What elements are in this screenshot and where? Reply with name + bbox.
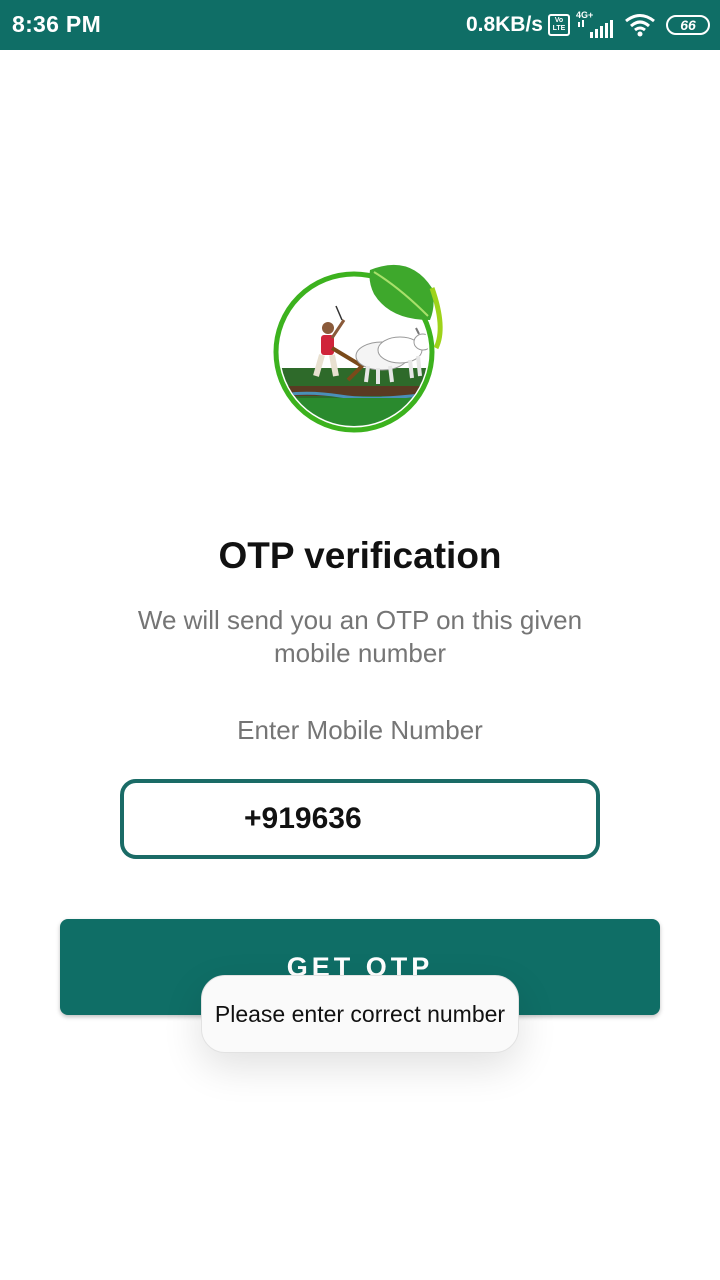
page-subtitle: We will send you an OTP on this given mo… <box>137 605 583 668</box>
status-icons: 0.8KB/s Vo LTE 4G+ 66 <box>466 9 710 41</box>
battery-icon: 66 <box>666 15 710 35</box>
mobile-number-label: Enter Mobile Number <box>237 715 483 745</box>
error-toast: Please enter correct number <box>201 975 519 1053</box>
mobile-number-input[interactable]: +919636 <box>120 779 600 859</box>
wifi-icon <box>625 14 655 37</box>
battery-level: 66 <box>680 17 696 33</box>
farmer-plowing-logo-icon <box>273 264 443 433</box>
volte-bottom-label: LTE <box>552 25 566 32</box>
page-title: OTP verification <box>218 535 502 576</box>
status-time: 8:36 PM <box>12 11 102 37</box>
cellular-signal-icon: 4G+ <box>576 10 616 40</box>
volte-top-label: Vo <box>554 17 564 24</box>
network-speed: 0.8KB/s <box>465 13 543 36</box>
mobile-number-value: +919636 <box>244 802 362 835</box>
status-bar: 8:36 PM 0.8KB/s Vo LTE 4G+ 66 <box>0 0 720 50</box>
volte-icon: Vo LTE <box>548 14 570 36</box>
